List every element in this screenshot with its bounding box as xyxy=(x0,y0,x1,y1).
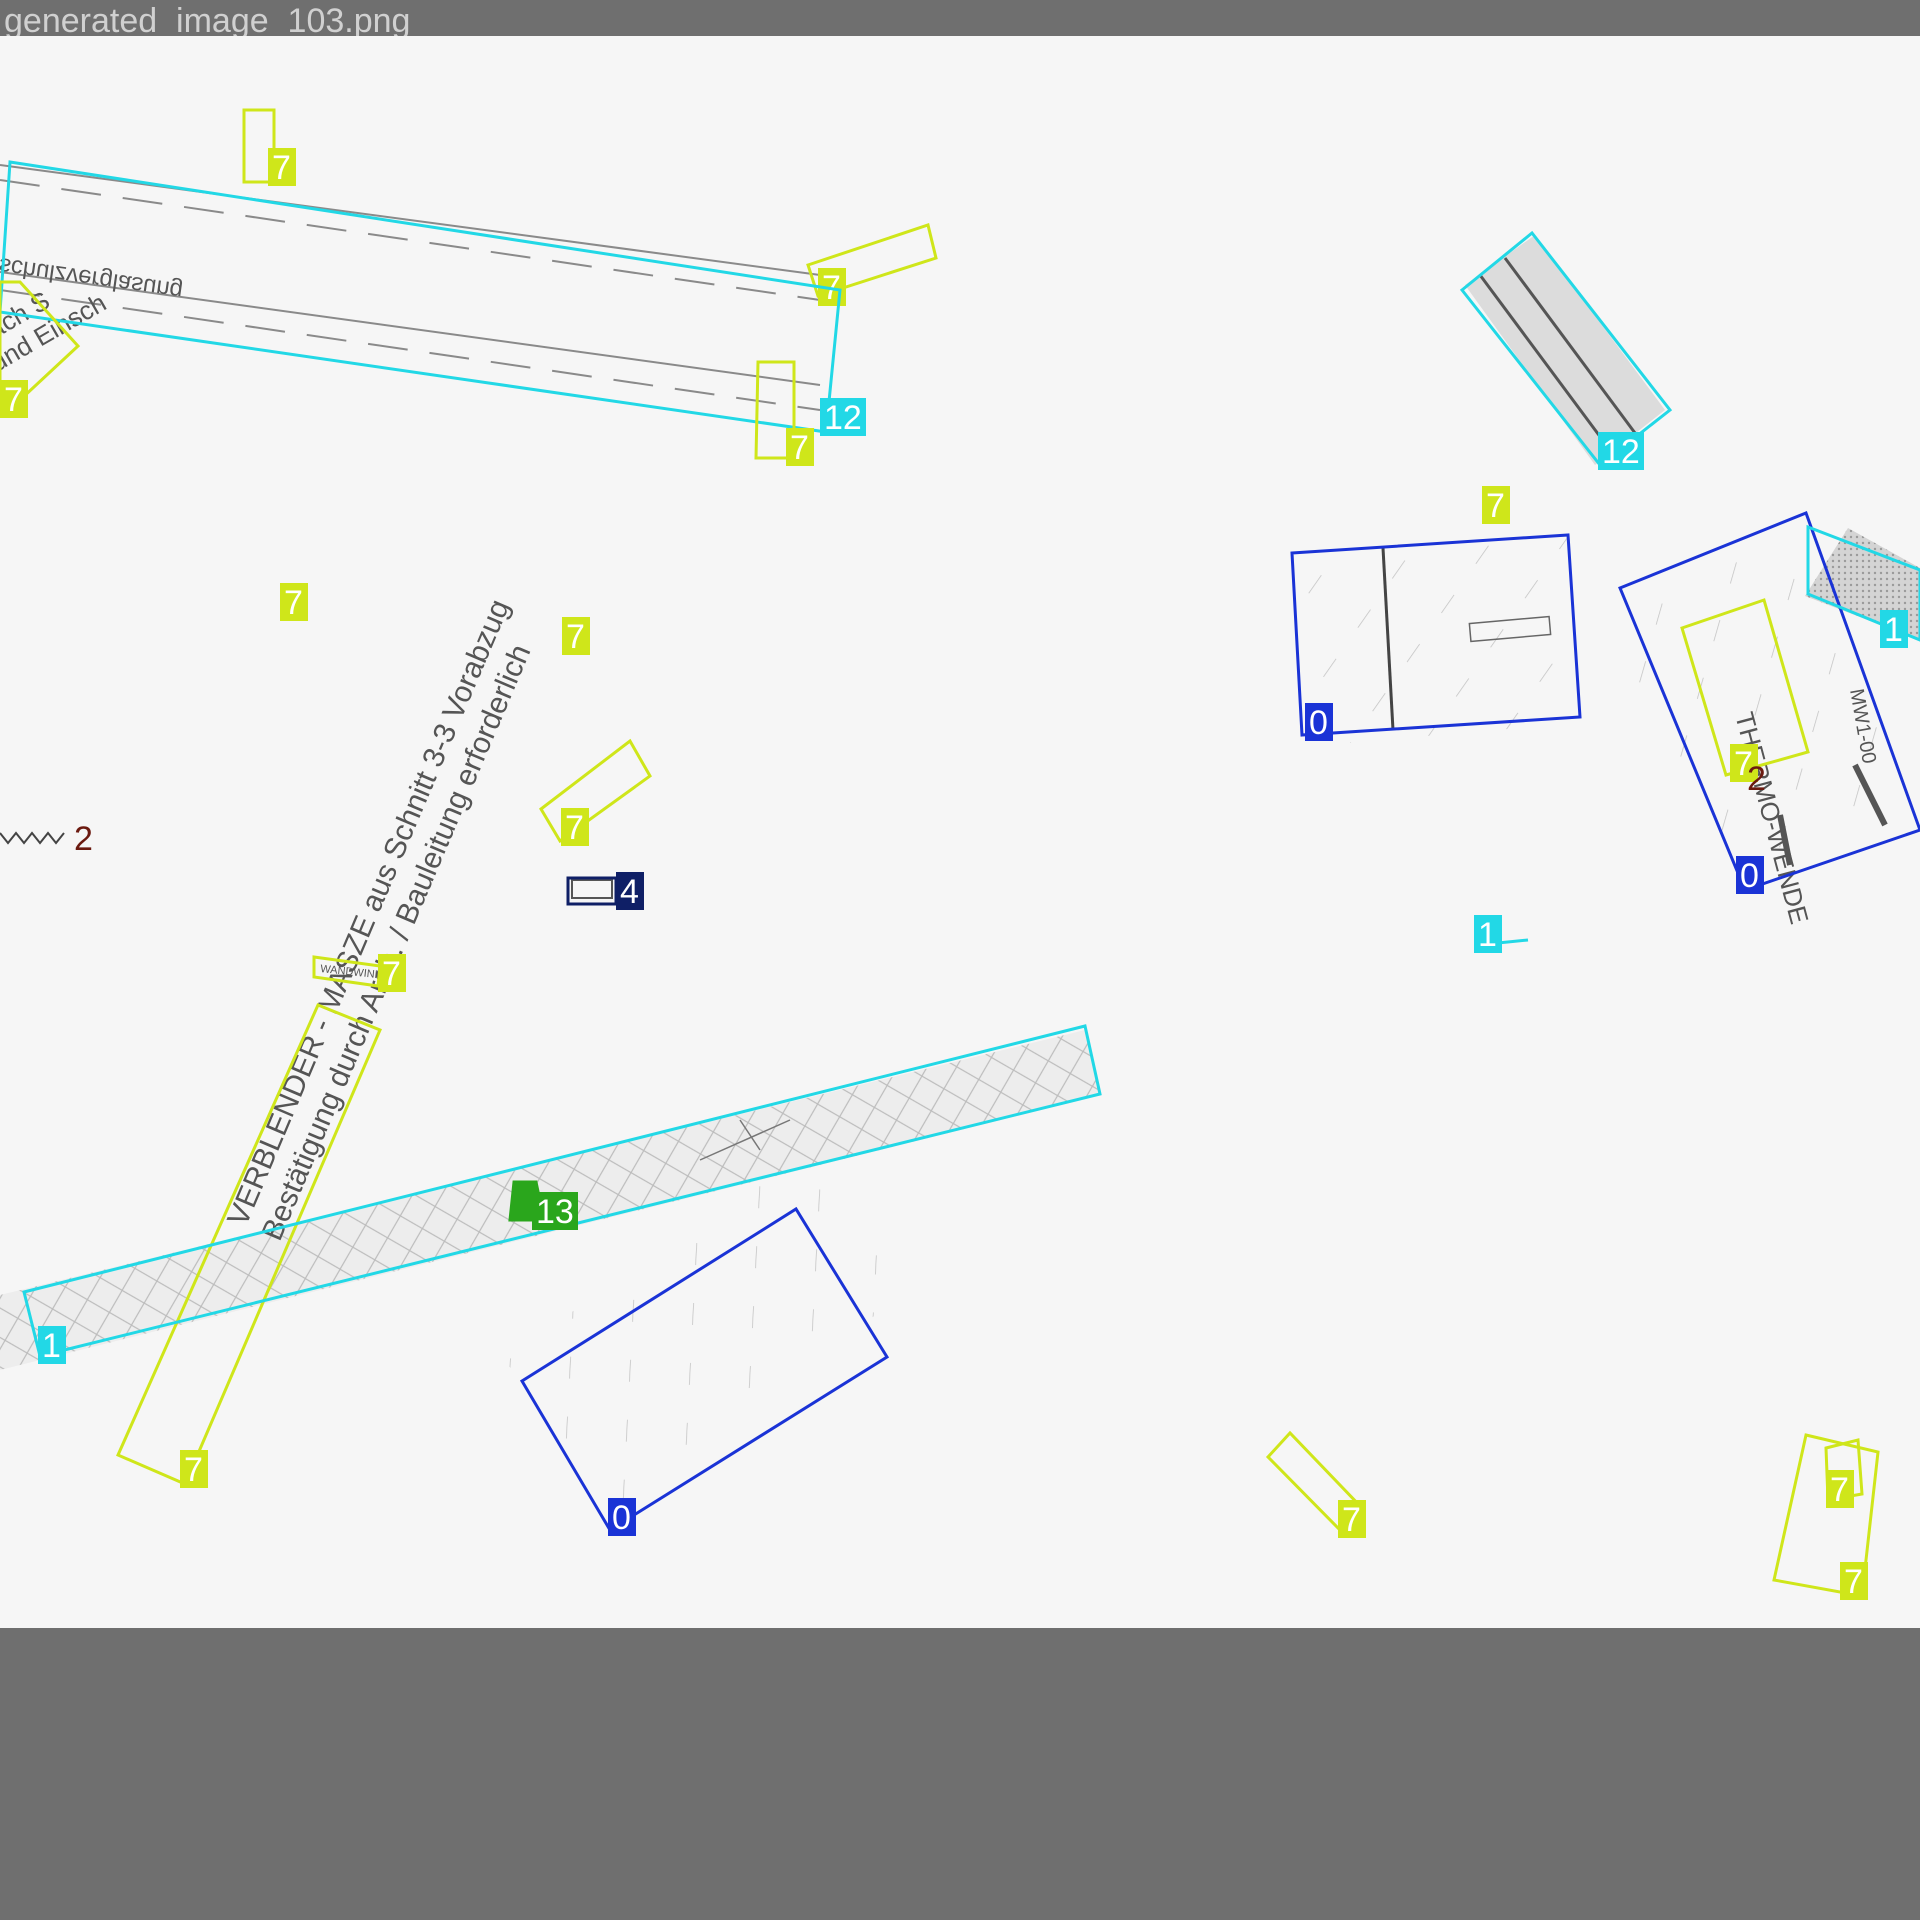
top-band-drawing: schulzverglasung xyxy=(0,164,821,411)
zigzag-mark xyxy=(0,831,65,845)
annotation-label: 7 xyxy=(184,1451,203,1489)
drawing-background: schulzverglasung nach S und Einsch VERBL… xyxy=(0,164,1920,1510)
annotation-class-7: 7 xyxy=(562,617,590,656)
annotation-label: 7 xyxy=(790,429,809,467)
annotation-layer: 77127712700172777241771130 777 xyxy=(0,108,1920,1601)
annotation-label: 7 xyxy=(1486,487,1505,525)
annotation-label: 12 xyxy=(824,399,862,437)
annotation-label: 2 xyxy=(74,820,93,858)
big-warning-line-2: Bestätigung durch Arch. / Bauleitung erf… xyxy=(256,640,538,1245)
annotation-class-7: 7 xyxy=(806,223,938,307)
big-warning-line-1: VERBLENDER - MASZE aus Schnitt 3-3 Vorab… xyxy=(221,595,516,1231)
annotation-label: 0 xyxy=(612,1499,631,1537)
annotation-box xyxy=(566,876,618,906)
annotation-class-7: 7 xyxy=(1482,486,1510,525)
annotation-label: 7 xyxy=(1844,1563,1863,1601)
annotation-label: 7 xyxy=(565,809,584,847)
annotation-label: 1 xyxy=(1884,611,1903,649)
annotation-class-7: 7 xyxy=(242,108,296,187)
annotation-canvas: schulzverglasung nach S und Einsch VERBL… xyxy=(0,36,1920,1628)
annotation-label: 0 xyxy=(1740,857,1759,895)
annotation-label: 1 xyxy=(42,1327,61,1365)
image-title: generated_image_103.png xyxy=(4,2,411,40)
annotation-label: 2 xyxy=(1747,760,1766,798)
annotation-label: 7 xyxy=(272,149,291,187)
annotation-label: 7 xyxy=(284,584,303,622)
annotation-label: 12 xyxy=(1602,433,1640,471)
annotation-label: 7 xyxy=(1342,1501,1361,1539)
annotation-class-7: 7 xyxy=(1824,1438,1864,1509)
annotation-class-4: 4 xyxy=(566,872,644,911)
annotation-scene: schulzverglasung nach S und Einsch VERBL… xyxy=(0,108,1920,1601)
annotation-label: 13 xyxy=(536,1193,574,1231)
annotation-class-2: 2 xyxy=(1747,760,1766,798)
annotation-class-7: 7 xyxy=(1265,1430,1366,1539)
annotation-label: 0 xyxy=(1309,704,1328,742)
bolt-glyph xyxy=(571,879,613,899)
annotation-label: 7 xyxy=(382,955,401,993)
annotation-label: 4 xyxy=(620,873,639,911)
annotation-class-2: 2 xyxy=(74,820,93,858)
annotation-class-12: 12 xyxy=(0,160,866,437)
annotation-label: 1 xyxy=(1478,916,1497,954)
title-bar: generated_image_103.png xyxy=(0,0,1920,40)
annotation-label: 7 xyxy=(4,381,23,419)
annotation-class-1: 1 xyxy=(1474,915,1502,954)
annotation-box xyxy=(539,738,652,844)
annotation-class-7: 7 xyxy=(280,583,308,622)
bottom-padding xyxy=(0,1628,1920,1920)
annotation-class-7: 7 xyxy=(539,738,652,847)
big-warning-text: VERBLENDER - MASZE aus Schnitt 3-3 Vorab… xyxy=(221,595,538,1245)
annotation-label: 7 xyxy=(1830,1471,1849,1509)
annotation-label: 7 xyxy=(566,618,585,656)
